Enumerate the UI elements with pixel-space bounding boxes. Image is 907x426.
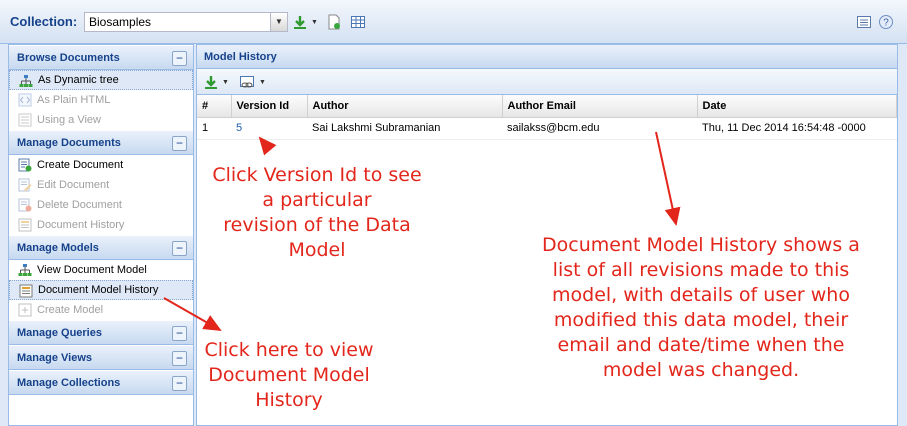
tree-icon — [18, 264, 32, 276]
column-header-date[interactable]: Date — [697, 95, 897, 118]
cell-author: Sai Lakshmi Subramanian — [307, 117, 502, 140]
sidebar-item-label: Document History — [37, 219, 125, 231]
section-manage-queries[interactable]: Manage Queries − — [9, 320, 193, 345]
collection-toolbar: Collection: Biosamples ▼ ▼ ? — [0, 0, 907, 44]
cell-author-email: sailakss@bcm.edu — [502, 117, 697, 140]
annotation-line: a particular — [262, 189, 372, 211]
create-model-icon — [18, 303, 32, 317]
sidebar-item-document-history[interactable]: Document History — [9, 215, 193, 235]
sidebar-item-create-model[interactable]: Create Model — [9, 300, 193, 320]
create-document-icon — [18, 158, 32, 172]
annotation-version-id: Click Version Id to see a particular rev… — [198, 163, 436, 263]
delete-document-icon — [18, 198, 32, 212]
annotation-model-history: Document Model History shows a list of a… — [530, 233, 872, 383]
help-icon[interactable]: ? — [878, 14, 894, 30]
sidebar-item-delete-document[interactable]: Delete Document — [9, 195, 193, 215]
panel-toolbar: ▼ ▼ — [197, 69, 897, 95]
annotation-line: revision of the Data — [223, 214, 411, 236]
link-view-icon[interactable] — [239, 74, 255, 90]
model-history-table: # Version Id Author Author Email Date 1 … — [197, 95, 897, 140]
sidebar-item-document-model-history[interactable]: Document Model History — [9, 280, 193, 300]
view-icon — [18, 113, 32, 127]
table-row[interactable]: 1 5 Sai Lakshmi Subramanian sailakss@bcm… — [197, 117, 897, 140]
sidebar: Browse Documents − As Dynamic tree As Pl… — [8, 44, 194, 426]
annotation-line: Document Model — [208, 364, 370, 386]
sidebar-item-label: Create Model — [37, 304, 104, 316]
annotation-sidebar: Click here to view Document Model Histor… — [194, 338, 384, 413]
sidebar-item-label: Document Model History — [38, 284, 159, 296]
collapse-icon[interactable]: − — [172, 351, 187, 366]
section-manage-documents[interactable]: Manage Documents − — [9, 130, 193, 155]
section-title: Browse Documents — [17, 52, 120, 64]
download-dropdown-icon[interactable]: ▼ — [222, 79, 229, 86]
sidebar-item-label: Using a View — [37, 114, 101, 126]
section-title: Manage Documents — [17, 137, 121, 149]
document-history-icon — [19, 284, 33, 298]
download-icon[interactable] — [292, 14, 308, 30]
link-dropdown-icon[interactable]: ▼ — [259, 79, 266, 86]
annotation-line: Document Model History shows a — [542, 234, 860, 256]
annotation-line: model was changed. — [602, 359, 800, 381]
collection-label: Collection: — [10, 14, 78, 29]
sidebar-item-label: As Dynamic tree — [38, 74, 119, 86]
collapse-icon[interactable]: − — [172, 51, 187, 66]
list-view-icon[interactable] — [856, 14, 872, 30]
cell-number: 1 — [197, 117, 231, 140]
sidebar-item-edit-document[interactable]: Edit Document — [9, 175, 193, 195]
sidebar-item-as-plain-html[interactable]: As Plain HTML — [9, 90, 193, 110]
version-id-link[interactable]: 5 — [236, 122, 242, 134]
column-header-number[interactable]: # — [197, 95, 232, 118]
document-history-icon — [18, 218, 32, 232]
column-header-author[interactable]: Author — [307, 95, 503, 118]
annotation-line: model, with details of user who — [552, 284, 850, 306]
svg-text:?: ? — [883, 18, 889, 29]
sidebar-item-view-document-model[interactable]: View Document Model — [9, 260, 193, 280]
section-title: Manage Collections — [17, 377, 121, 389]
section-title: Manage Queries — [17, 327, 102, 339]
download-icon[interactable] — [203, 74, 219, 90]
annotation-line: email and date/time when the — [557, 334, 845, 356]
section-manage-collections[interactable]: Manage Collections − — [9, 370, 193, 395]
collapse-icon[interactable]: − — [172, 376, 187, 391]
annotation-line: Click Version Id to see — [212, 164, 422, 186]
sidebar-item-label: View Document Model — [37, 264, 147, 276]
sidebar-item-label: As Plain HTML — [37, 94, 111, 106]
download-dropdown-icon[interactable]: ▼ — [311, 19, 318, 26]
collection-select-value: Biosamples — [89, 15, 152, 29]
column-header-author-email[interactable]: Author Email — [502, 95, 698, 118]
sidebar-item-label: Edit Document — [37, 179, 110, 191]
section-manage-models[interactable]: Manage Models − — [9, 235, 193, 260]
sidebar-item-using-a-view[interactable]: Using a View — [9, 110, 193, 130]
sidebar-item-create-document[interactable]: Create Document — [9, 155, 193, 175]
section-browse-documents[interactable]: Browse Documents − — [9, 45, 193, 70]
sidebar-item-label: Create Document — [37, 159, 124, 171]
annotation-line: Model — [288, 239, 346, 261]
column-header-version-id[interactable]: Version Id — [231, 95, 308, 118]
new-document-icon[interactable] — [326, 14, 342, 30]
collapse-icon[interactable]: − — [172, 326, 187, 341]
section-title: Manage Models — [17, 242, 99, 254]
section-manage-views[interactable]: Manage Views − — [9, 345, 193, 370]
annotation-line: modified this data model, their — [553, 309, 849, 331]
annotation-line: History — [255, 389, 323, 411]
annotation-line: Click here to view — [204, 339, 374, 361]
grid-view-icon[interactable] — [350, 14, 366, 30]
chevron-down-icon[interactable]: ▼ — [270, 13, 287, 31]
tree-icon — [19, 75, 33, 87]
html-icon — [18, 93, 32, 107]
collection-select[interactable]: Biosamples ▼ — [84, 12, 288, 32]
collapse-icon[interactable]: − — [172, 241, 187, 256]
annotation-line: list of all revisions made to this — [552, 259, 850, 281]
collapse-icon[interactable]: − — [172, 136, 187, 151]
edit-document-icon — [18, 178, 32, 192]
sidebar-item-label: Delete Document — [37, 199, 122, 211]
cell-date: Thu, 11 Dec 2014 16:54:48 -0000 — [697, 117, 897, 140]
cell-version-id: 5 — [231, 117, 307, 140]
panel-title: Model History — [197, 45, 897, 69]
sidebar-item-as-dynamic-tree[interactable]: As Dynamic tree — [9, 70, 193, 90]
section-title: Manage Views — [17, 352, 92, 364]
